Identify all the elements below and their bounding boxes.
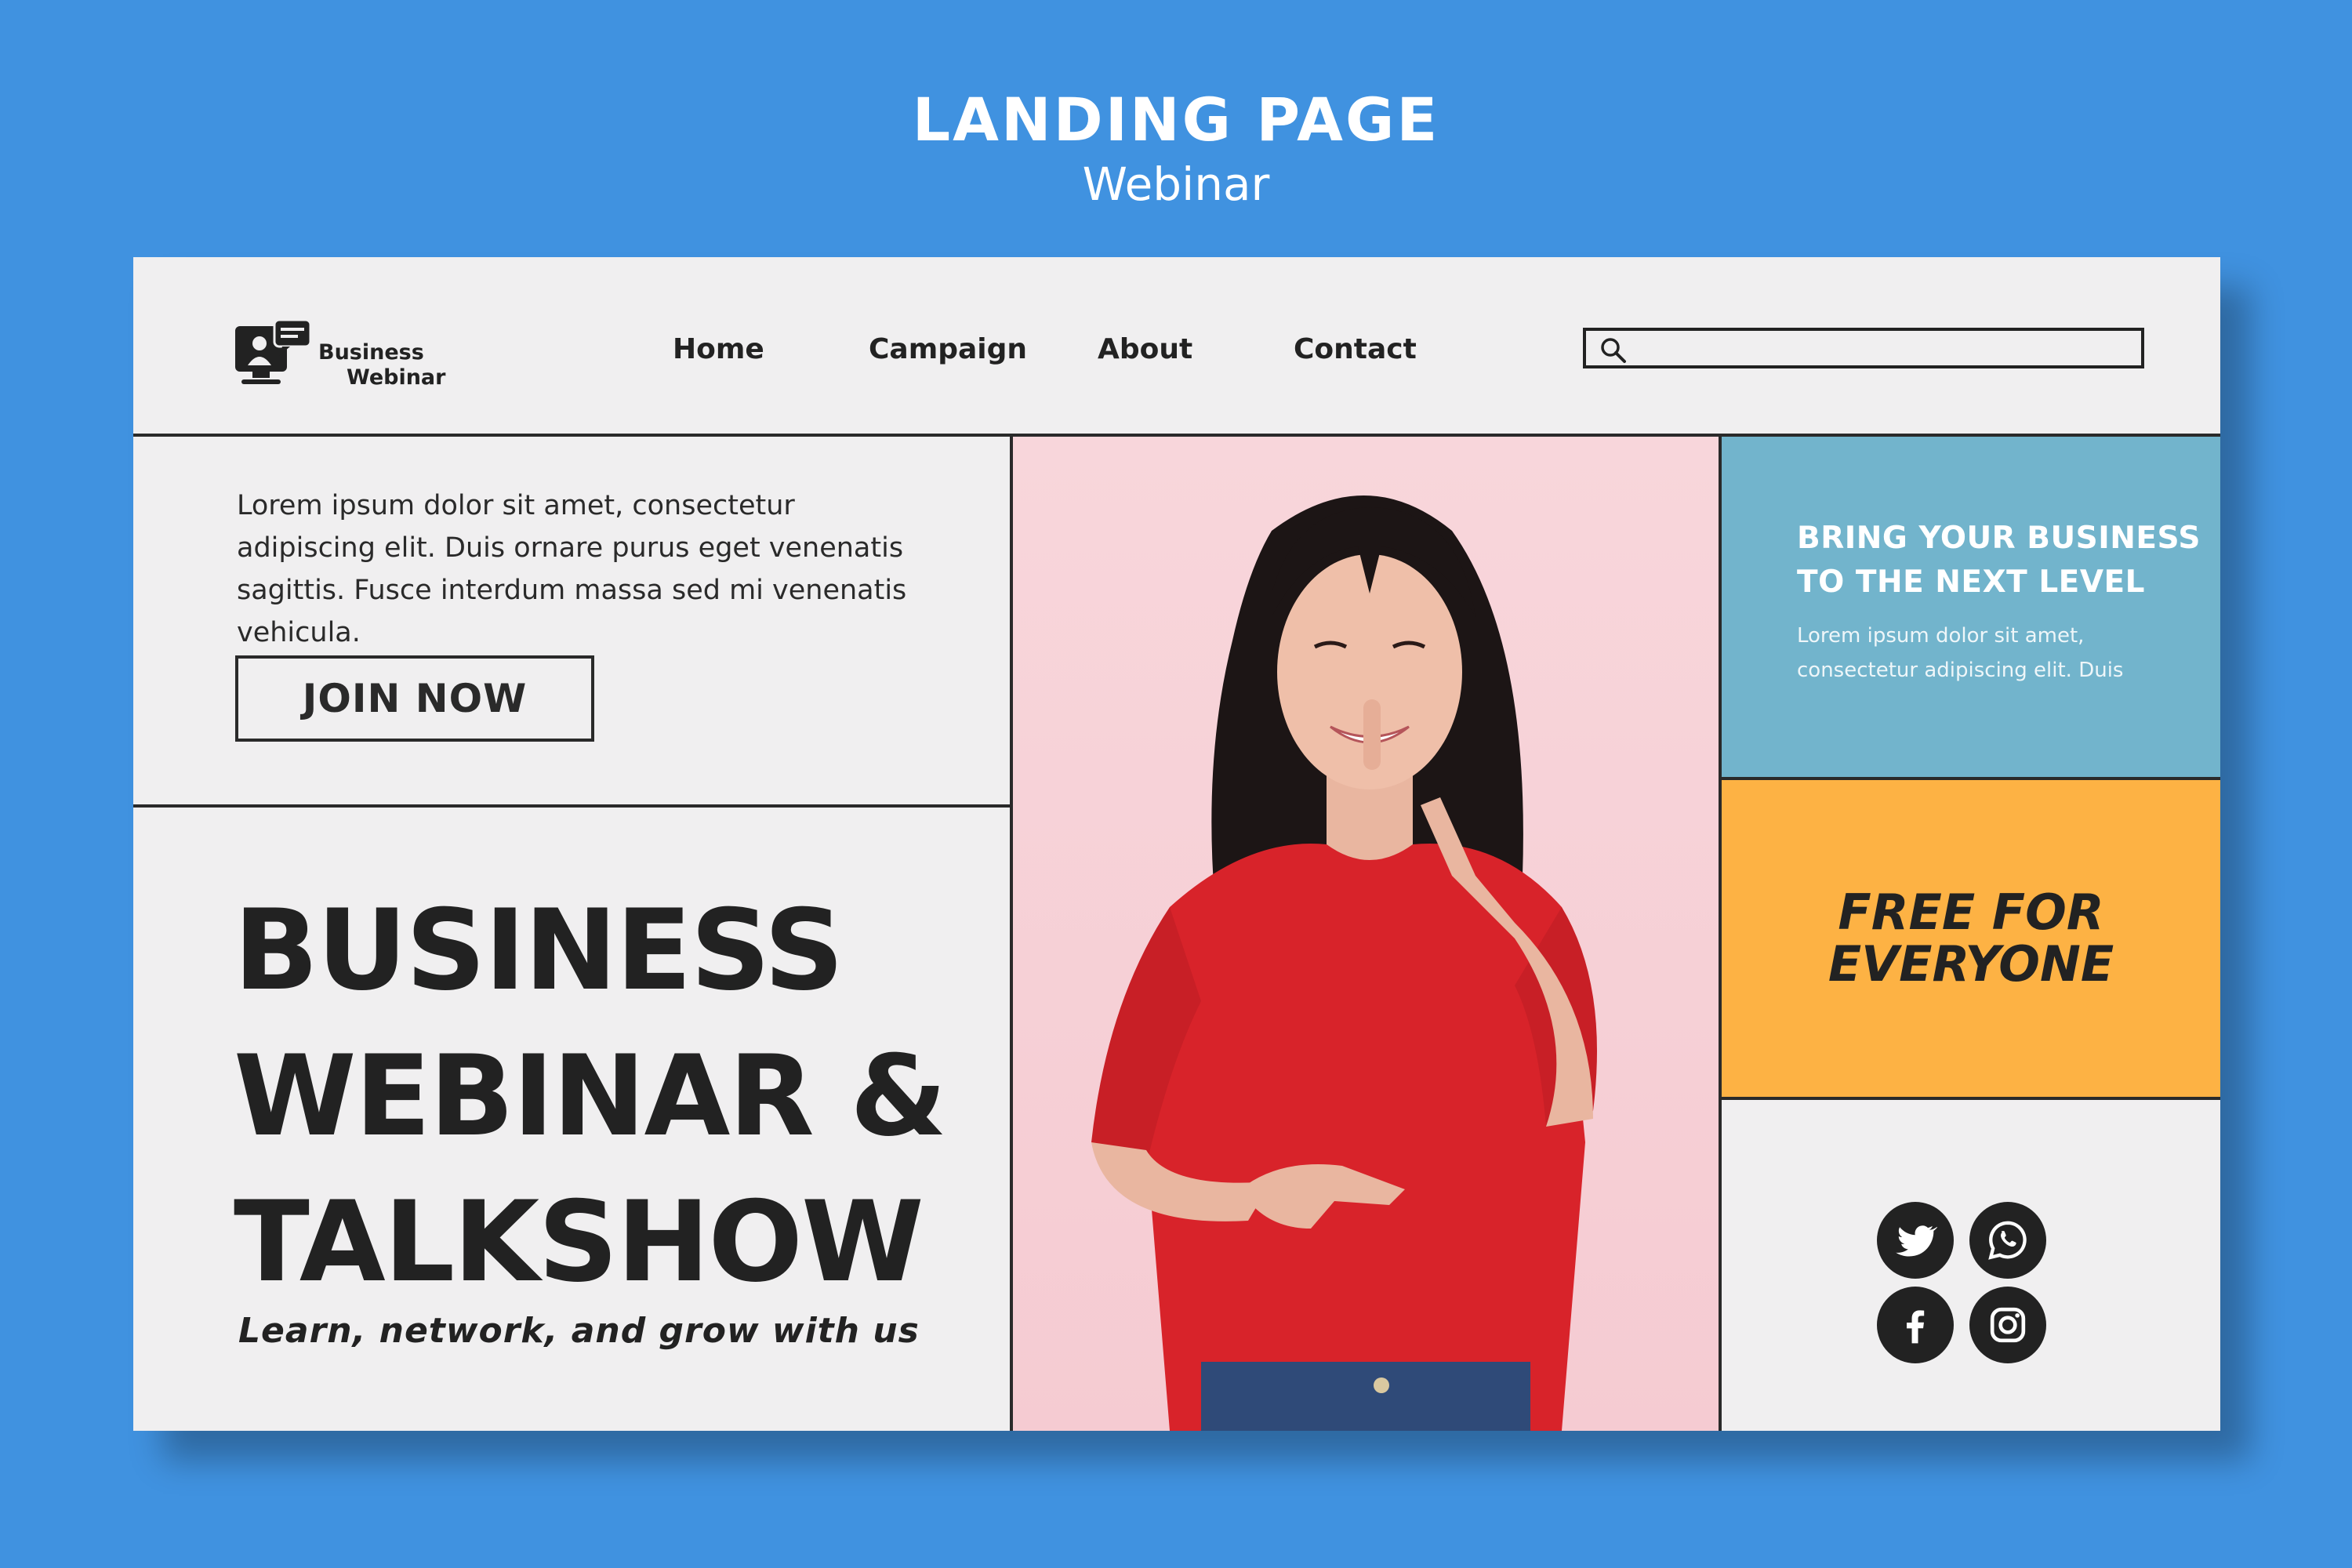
whatsapp-icon[interactable] [1969,1202,2046,1279]
nav-home-link[interactable]: Home [673,332,764,367]
woman-portrait-illustration [1091,495,1597,1431]
search-icon[interactable] [1600,337,1627,364]
facebook-icon[interactable] [1877,1287,1954,1363]
twitter-icon[interactable] [1877,1202,1954,1279]
divider [1722,1097,2220,1100]
monitor-chat-icon[interactable] [234,318,312,392]
nav-contact-link[interactable]: Contact [1294,332,1417,367]
logo-line-1: Business [318,340,424,365]
hero-title: BUSINESS WEBINAR & TALKSHOW [234,878,1018,1316]
hero-photo [1013,437,1719,1431]
free-panel: FREE FOR EVERYONE [1722,780,2220,1097]
page-header-subtitle: Webinar [1082,158,1270,211]
free-for-everyone-text: FREE FOR EVERYONE [1722,887,2220,990]
social-links [1877,1202,2065,1390]
hero-title-line-1: BUSINESS [234,886,844,1015]
promo-title: BRING YOUR BUSINESS TO THE NEXT LEVEL [1797,521,2201,600]
promo-panel: BRING YOUR BUSINESS TO THE NEXT LEVEL Lo… [1722,437,2220,777]
hero-title-line-2: WEBINAR & [234,1032,947,1161]
nav-about-link[interactable]: About [1098,332,1192,367]
nav-campaign-link[interactable]: Campaign [869,332,1027,367]
join-now-button[interactable]: JOIN NOW [235,655,594,742]
free-line-1: FREE FOR [1838,884,2104,941]
navbar: Business Webinar Home Campaign About Con… [133,257,2220,434]
hero-tagline: Learn, network, and grow with us [238,1311,920,1351]
promo-body: Lorem ipsum dolor sit amet, consectetur … [1797,624,2124,682]
landing-page-mockup: Business Webinar Home Campaign About Con… [133,257,2220,1431]
intro-text: Lorem ipsum dolor sit amet, consectetur … [237,490,907,648]
instagram-icon[interactable] [1969,1287,2046,1363]
logo-line-2: Webinar [347,365,446,390]
page-header-title: LANDING PAGE [912,85,1440,154]
free-line-2: EVERYONE [1828,935,2114,993]
search-box[interactable] [1583,328,2144,368]
search-input[interactable] [1635,334,2132,364]
divider [133,804,1010,808]
logo-wordmark[interactable]: Business Webinar [318,340,445,390]
hero-title-line-3: TALKSHOW [234,1178,924,1307]
